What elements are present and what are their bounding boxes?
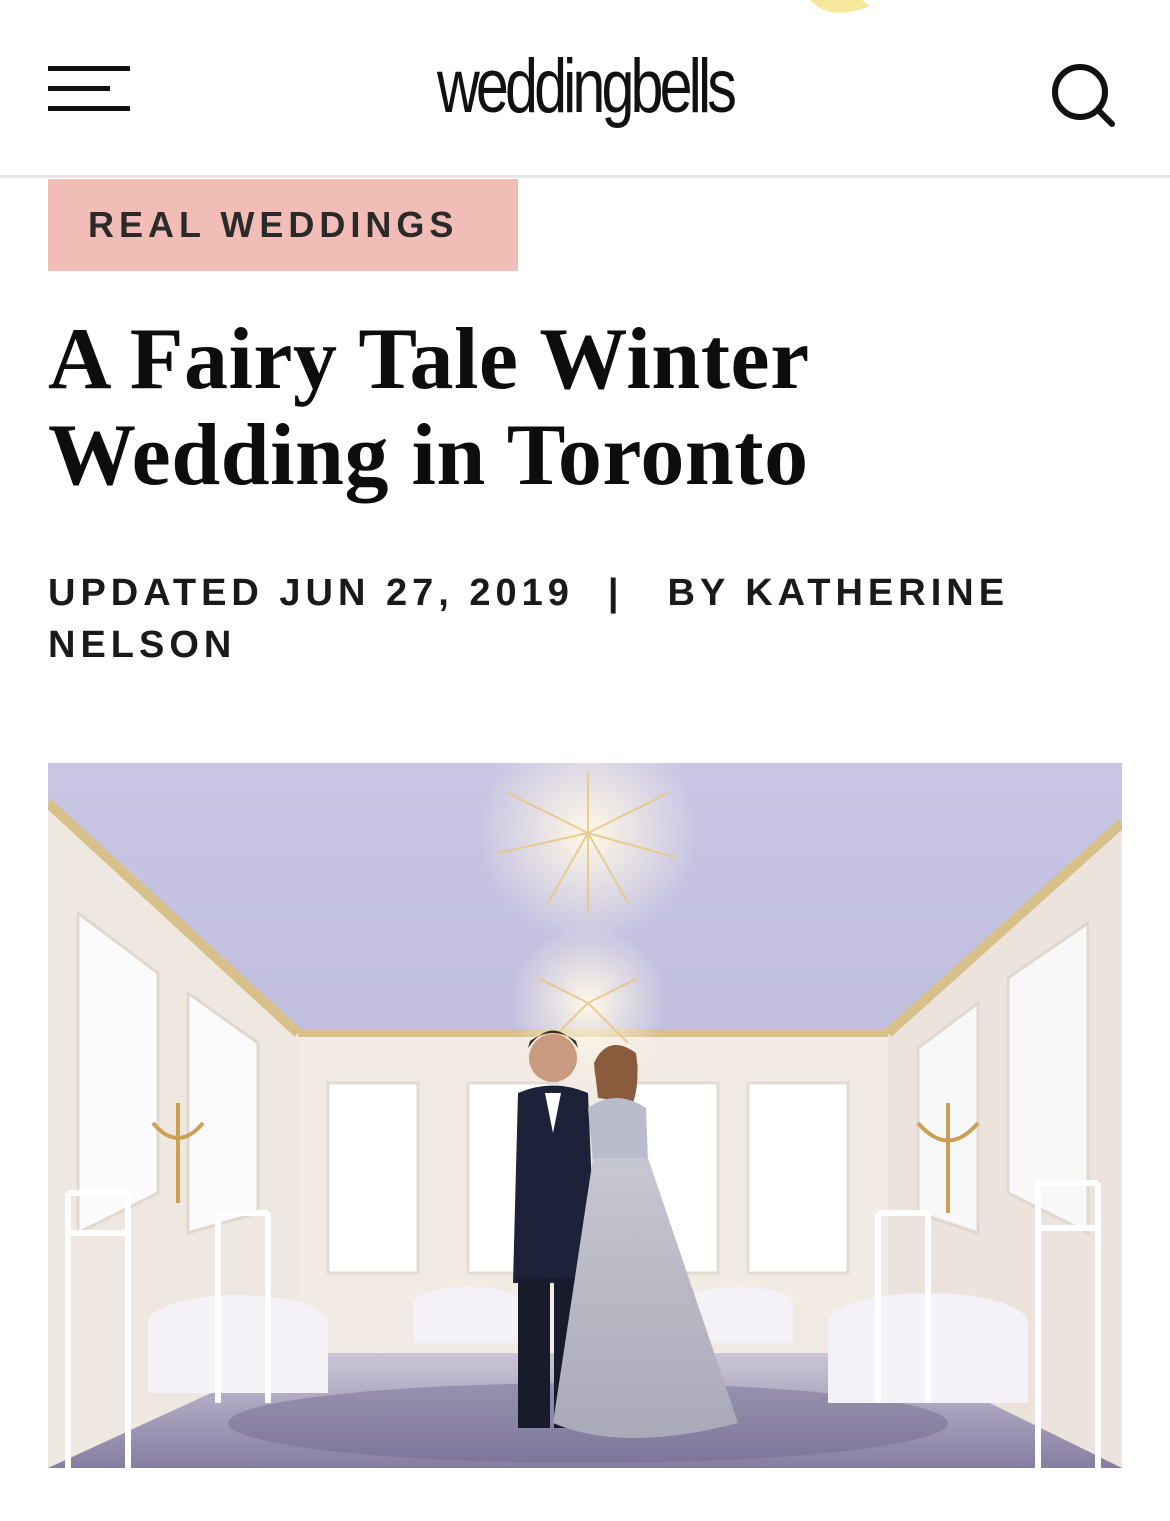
search-icon[interactable] xyxy=(1046,58,1118,130)
updated-date: UPDATED JUN 27, 2019 xyxy=(48,572,574,614)
category-badge[interactable]: REAL WEDDINGS xyxy=(48,179,518,271)
ballroom-photo xyxy=(48,763,1122,1468)
site-header: weddingbells xyxy=(0,0,1170,178)
meta-separator: | xyxy=(607,572,624,614)
title-line-2: Wedding in Toronto xyxy=(48,407,809,504)
title-line-1: A Fairy Tale Winter xyxy=(48,311,810,408)
category-label: REAL WEDDINGS xyxy=(88,204,459,245)
hero-image xyxy=(48,763,1122,1468)
article-title: A Fairy Tale Winter Wedding in Toronto xyxy=(48,312,1048,504)
menu-bar xyxy=(48,66,130,71)
site-logo[interactable]: weddingbells xyxy=(129,42,1042,132)
article-meta: UPDATED JUN 27, 2019 | BY KATHERINE NELSON xyxy=(48,567,1048,671)
decorative-accent-shape xyxy=(810,0,870,13)
hamburger-menu-icon[interactable] xyxy=(48,66,130,112)
menu-bar xyxy=(48,106,130,111)
menu-bar xyxy=(48,86,110,91)
